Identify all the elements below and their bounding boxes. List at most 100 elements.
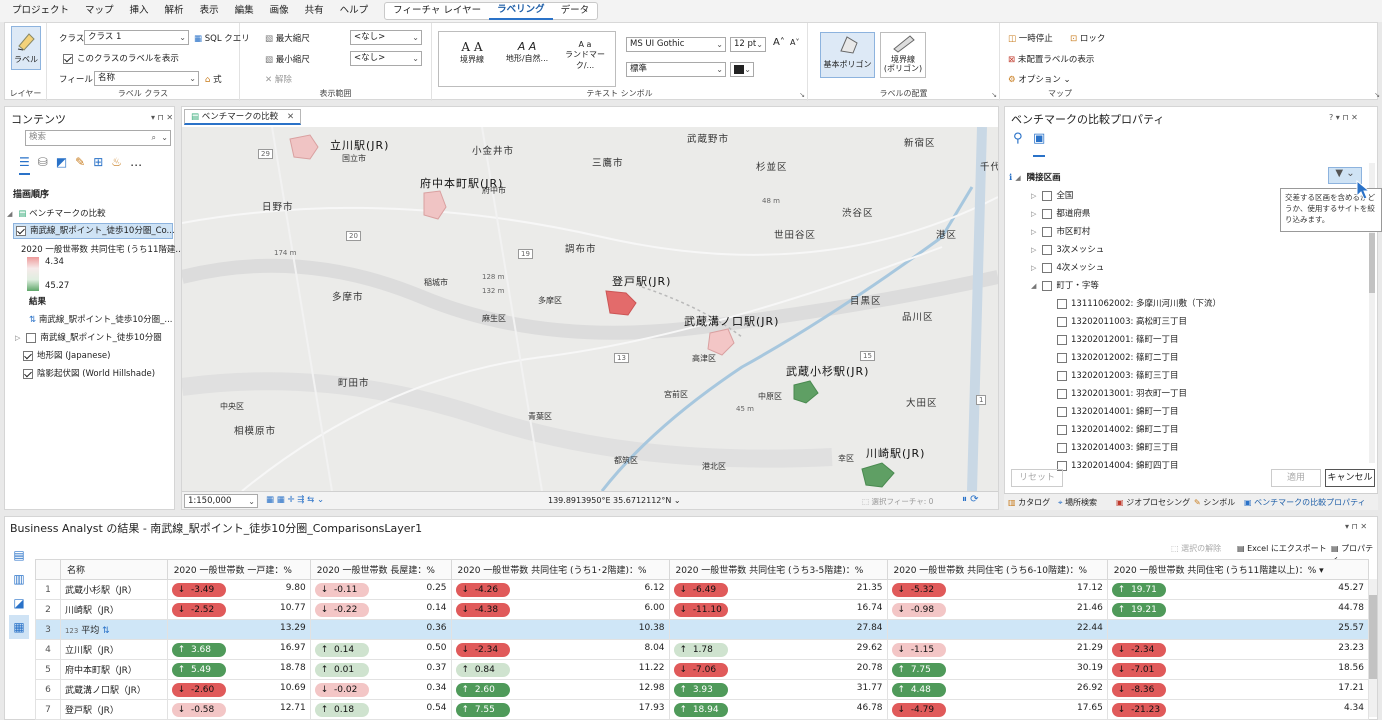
tab-locate[interactable]: ⌖ 場所検索 (1058, 497, 1097, 508)
table-scrollbar[interactable] (1369, 579, 1377, 717)
tree-basemap1[interactable]: 地形図 (Japanese) (23, 349, 110, 361)
style-terrain[interactable]: A A 地形/自然... (501, 40, 553, 64)
list-icon[interactable]: ▤ (9, 543, 29, 567)
tree-layer2[interactable]: ▷ 南武線_駅ポイント_徒歩10分圏 (15, 331, 162, 343)
clear-selection-button[interactable]: ⬚ 選択の解除 (1171, 543, 1221, 554)
grow-font-button[interactable]: A˄ (773, 37, 785, 48)
tab-data[interactable]: データ (553, 3, 598, 19)
pane-options-icons[interactable]: ▾ ⊓ ✕ (151, 113, 173, 122)
menu-imagery[interactable]: 画像 (262, 0, 297, 22)
scale-select[interactable]: 1:150,000 ⌄ (184, 494, 258, 508)
placement-basic-polygon[interactable]: 基本ポリゴン (820, 32, 875, 78)
pause-button[interactable]: ◫ 一時停止 (1008, 32, 1053, 44)
table-row[interactable]: 4 立川駅（JR） ↑ 3.68 16.97 ↑ 0.14 0.50 ↓ -2.34 8.04… (35, 639, 1370, 660)
map-canvas[interactable]: 立川駅(JR) 国立市 小金井市 三鷹市 武蔵野市 新宿区 千代 府中本町駅(J… (182, 127, 998, 491)
map-chart-icon[interactable]: ◪ (9, 591, 29, 615)
dialog-launcher-icon[interactable]: ↘ (991, 91, 997, 99)
pause-refresh-icons[interactable]: ⏸ ⟳ (962, 494, 979, 505)
min-scale-select[interactable]: <なし> ⌄ (350, 51, 422, 66)
table-row[interactable]: 6 武蔵溝ノ口駅（JR） ↓ -2.60 10.69 ↓ -0.02 0.34 ↑ 2.60… (35, 679, 1370, 700)
font-select[interactable]: MS UI Gothic ⌄ (626, 37, 726, 52)
editing-icon[interactable]: ✎ (75, 155, 85, 175)
polygon-kawasaki[interactable] (861, 462, 895, 488)
polygon-kosugi[interactable] (793, 380, 819, 404)
dialog-launcher-icon[interactable]: ↘ (799, 91, 805, 99)
table-icon[interactable]: ▦ (9, 615, 29, 639)
polygon-mizonokuchi[interactable] (707, 328, 735, 356)
max-scale-select[interactable]: <なし> ⌄ (350, 30, 422, 45)
dialog-launcher-icon[interactable]: ↘ (1374, 91, 1380, 99)
label-toggle-button[interactable]: ラベル (11, 26, 41, 70)
source-icon[interactable]: ⛁ (38, 155, 48, 175)
table-row[interactable]: 7 登戸駅（JR） ↓ -0.58 12.71 ↑ 0.18 0.54 ↑ 7.55 17.9… (35, 699, 1370, 720)
unplaced-labels-button[interactable]: ⊠ 未配置ラベルの表示 (1008, 53, 1094, 65)
sub-area-item[interactable]: 13202014002: 錦町二丁目 (1057, 423, 1179, 435)
snapping-icon[interactable]: ⊞ (93, 155, 103, 175)
tab-labeling[interactable]: ラベリング (489, 2, 553, 20)
more-icon[interactable]: … (130, 155, 142, 175)
shrink-font-button[interactable]: A˅ (790, 38, 799, 47)
menu-analysis[interactable]: 解析 (157, 0, 192, 22)
area-item[interactable]: ▷ 都道府県 (1031, 207, 1090, 219)
tab-geoprocessing[interactable]: ▣ ジオプロセシング (1116, 497, 1190, 508)
font-color-select[interactable]: ⌄ (730, 62, 754, 77)
area-item[interactable]: ◢ 町丁・字等 (1031, 279, 1099, 291)
close-icon[interactable]: ✕ (287, 112, 294, 122)
polygon-tachikawa[interactable] (289, 134, 319, 160)
show-labels-checkbox[interactable]: このクラスのラベルを表示 (63, 52, 179, 64)
placement-boundary-polygon[interactable]: 境界線 (ポリゴン) (880, 32, 926, 78)
polygon-noborito[interactable] (605, 290, 637, 316)
labeling-icon[interactable]: ♨ (111, 155, 122, 175)
field-select[interactable]: 名称 ⌄ (94, 71, 199, 86)
reset-button[interactable]: リセット (1011, 469, 1063, 487)
table-row[interactable]: 2 川崎駅（JR） ↓ -2.52 10.77 ↓ -0.22 0.14 ↓ -4.38 6.… (35, 599, 1370, 620)
menu-project[interactable]: プロジェクト (4, 0, 77, 22)
menu-insert[interactable]: 挿入 (122, 0, 157, 22)
scrollbar-thumb[interactable] (1369, 595, 1377, 679)
lock-button[interactable]: ⊡ ロック (1070, 32, 1105, 44)
menu-edit[interactable]: 編集 (227, 0, 262, 22)
header-apt-3-5[interactable]: 2020 一般世帯数 共同住宅 (うち3-5階建)：% (668, 559, 888, 580)
pane-options-icons[interactable]: ▾ ⊓ ✕ (1345, 522, 1367, 531)
pane-options-icons[interactable]: ? ▾ ⊓ ✕ (1329, 113, 1358, 122)
sub-area-item[interactable]: 13202011003: 高松町三丁目 (1057, 315, 1187, 327)
area-item[interactable]: ▷ 3次メッシュ (1031, 243, 1104, 255)
style-landmark[interactable]: A a ランドマーク/... (557, 40, 613, 71)
tab-catalog[interactable]: ▥ カタログ (1008, 497, 1050, 508)
label-style-gallery[interactable]: A A 境界線 A A 地形/自然... A a ランドマーク/... (438, 31, 616, 87)
contents-search-input[interactable]: 検索 ⌕ ⌄ (25, 130, 171, 146)
map-tab[interactable]: ▤ ベンチマークの比較 ✕ (184, 109, 302, 125)
table-row[interactable]: 1 武蔵小杉駅（JR） ↓ -3.49 9.80 ↓ -0.11 0.25 ↓ -4.26 6… (35, 579, 1370, 600)
area-item[interactable]: ▷ 4次メッシュ (1031, 261, 1104, 273)
cancel-button[interactable]: キャンセル (1325, 469, 1375, 487)
area-item[interactable]: ▷ 全国 (1031, 189, 1073, 201)
header-name[interactable]: 名称 (59, 559, 168, 580)
export-excel-button[interactable]: ▤ Excel にエクスポート (1237, 543, 1327, 554)
polygon-fuchuhonmachi[interactable] (423, 190, 447, 220)
header-rowhouse[interactable]: 2020 一般世帯数 長屋建：% (309, 559, 452, 580)
menu-map[interactable]: マップ (77, 0, 122, 22)
menu-view[interactable]: 表示 (192, 0, 227, 22)
sub-area-item[interactable]: 13202014004: 錦町四丁目 (1057, 459, 1179, 471)
chart-icon[interactable]: ▥ (9, 567, 29, 591)
font-weight-select[interactable]: 標準 ⌄ (626, 62, 726, 77)
clear-scale-button[interactable]: ✕ 解除 (265, 73, 292, 85)
tree-layer-selected[interactable]: 南武線_駅ポイント_徒歩10分圏_Co... (13, 223, 175, 239)
scrollbar-thumb[interactable] (1369, 233, 1375, 293)
header-apt-11plus[interactable]: 2020 一般世帯数 共同住宅 (うち11階建以上)：% ▾ (1106, 559, 1370, 580)
sub-area-item[interactable]: 13111062002: 多摩川河川敷（下流） (1057, 297, 1221, 309)
table-row[interactable]: 5 府中本町駅（JR） ↑ 5.49 18.78 ↑ 0.01 0.37 ↑ 0.84 11.… (35, 659, 1370, 680)
selection-icon[interactable]: ◩ (56, 155, 67, 175)
menu-help[interactable]: ヘルプ (332, 0, 377, 22)
sub-area-item[interactable]: 13202012003: 篠町三丁目 (1057, 369, 1179, 381)
tab-benchmark-props[interactable]: ▣ ベンチマークの比較プロパティ (1244, 497, 1366, 508)
sub-area-item[interactable]: 13202014001: 錦町一丁目 (1057, 405, 1179, 417)
average-row[interactable]: 3 123 平均 ⇅ 13.29 0.36 10.38 27.84 22.44 25.57 (35, 619, 1370, 640)
benchmark-icon[interactable]: ▣ (1033, 131, 1046, 157)
tab-symbology[interactable]: ✎ シンボル (1194, 497, 1235, 508)
style-boundary[interactable]: A A 境界線 (447, 40, 497, 65)
header-apt-1-2[interactable]: 2020 一般世帯数 共同住宅 (うち1･2階建)：% (450, 559, 670, 580)
menu-share[interactable]: 共有 (297, 0, 332, 22)
draw-order-icon[interactable]: ☰ (19, 155, 30, 175)
header-detached[interactable]: 2020 一般世帯数 一戸建：% (166, 559, 311, 580)
